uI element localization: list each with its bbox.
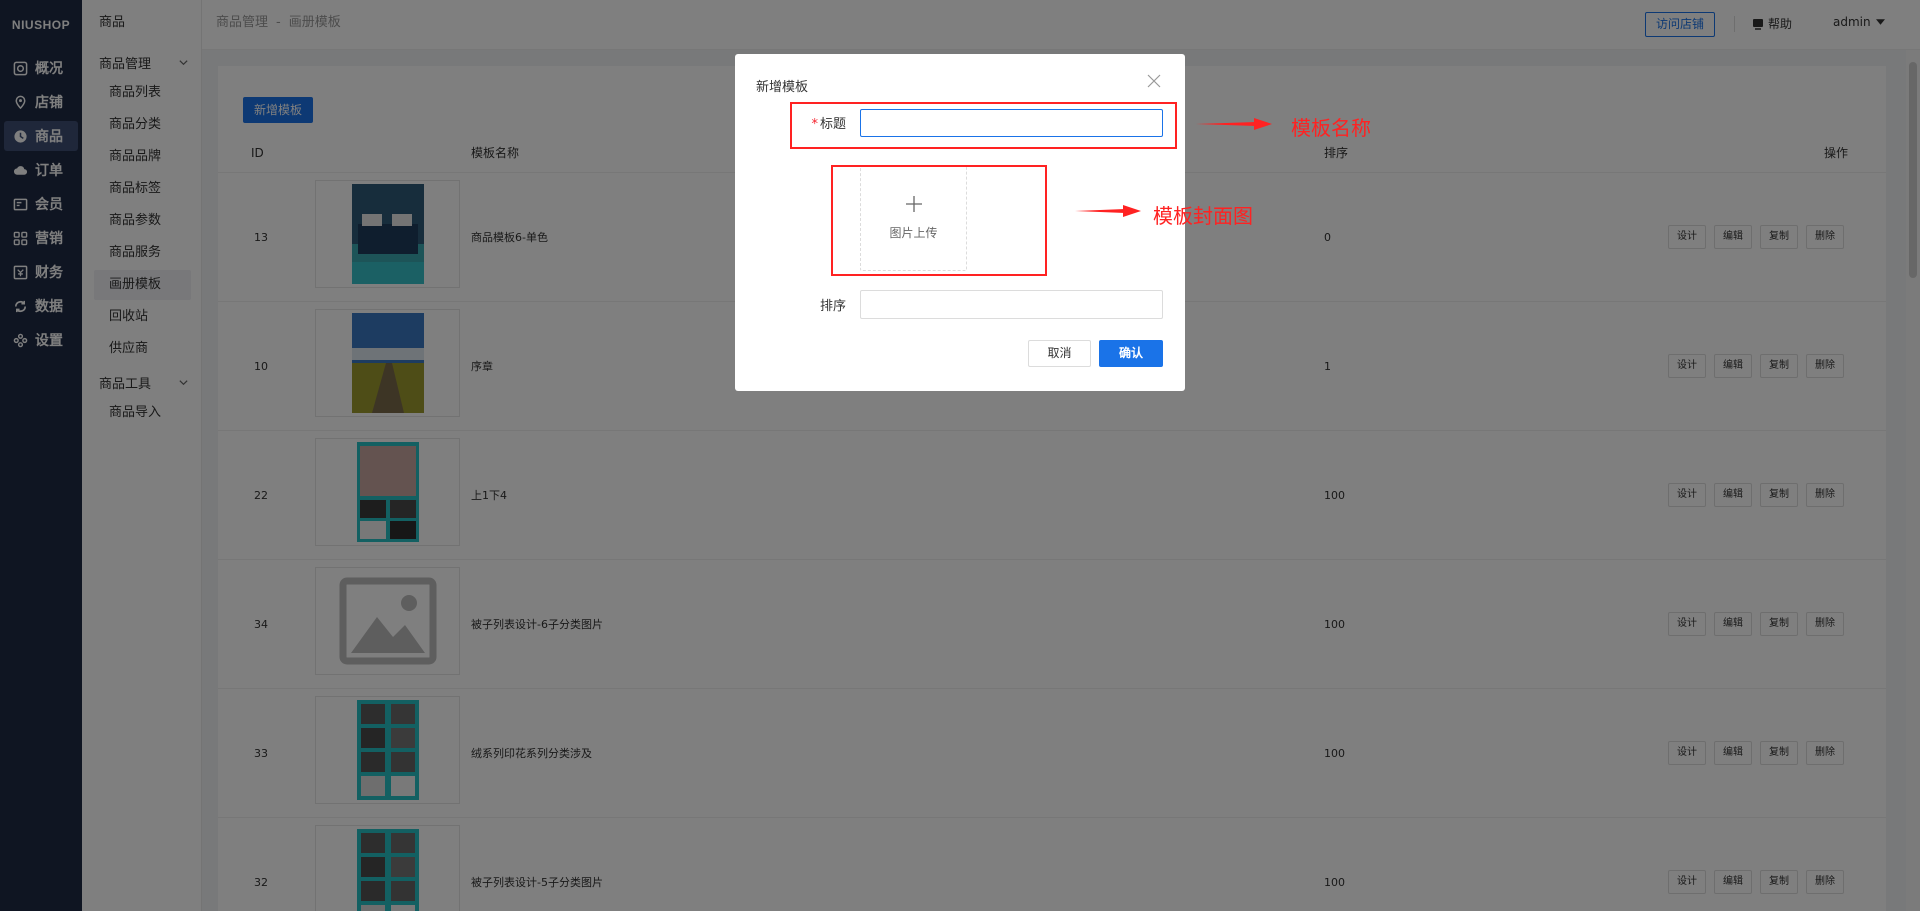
annotation-box-cover [831,165,1047,276]
annotation-title-note: 模板名称 [1291,116,1371,140]
annotation-arrow-icon [1075,205,1141,217]
annotation-arrow-icon [1196,118,1272,130]
close-icon[interactable] [1147,74,1161,88]
confirm-button[interactable]: 确认 [1099,340,1163,367]
sort-input[interactable] [860,290,1163,319]
annotation-box-title [790,102,1177,149]
cancel-button[interactable]: 取消 [1028,340,1091,367]
dialog-title: 新增模板 [756,80,809,95]
sort-field-label: 排序 [819,299,846,314]
annotation-cover-note: 模板封面图 [1153,204,1253,228]
